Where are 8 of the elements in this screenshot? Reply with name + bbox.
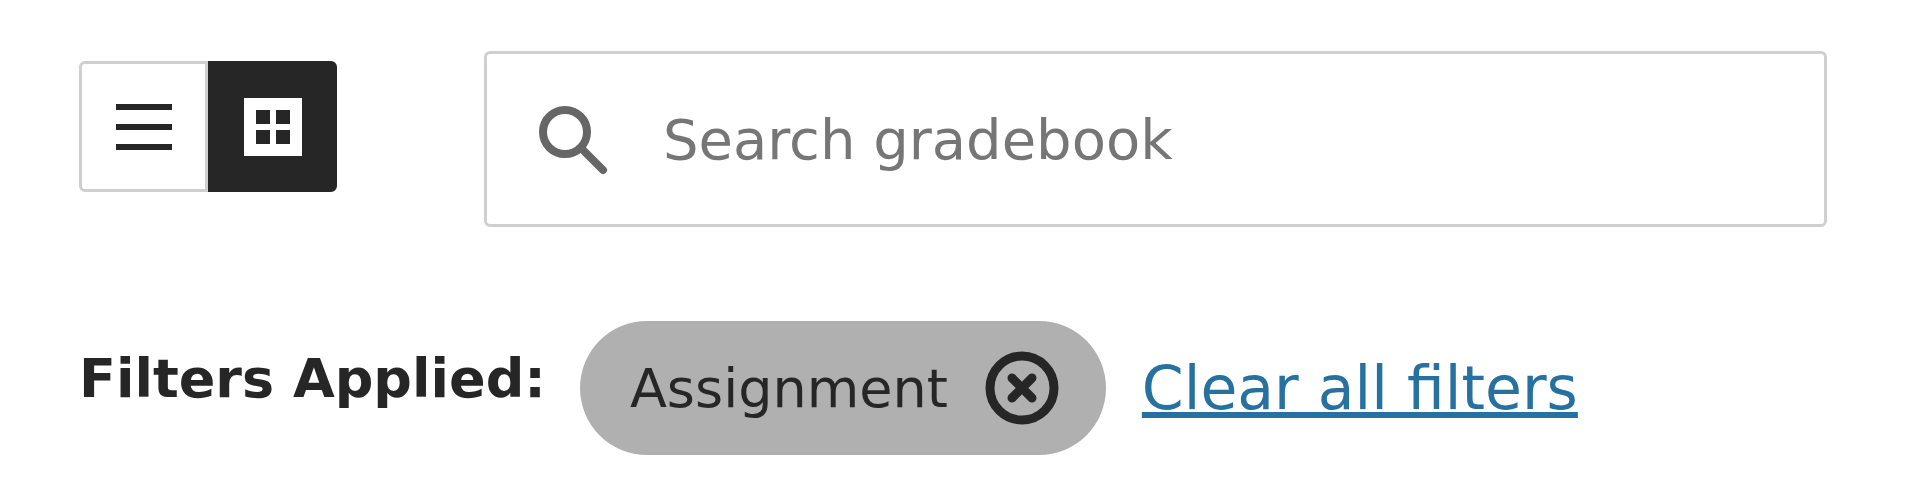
filters-label: Filters Applied: [79, 346, 546, 410]
list-icon [115, 101, 172, 152]
grid-icon [243, 97, 302, 156]
clear-filters-link[interactable]: Clear all filters [1141, 353, 1578, 423]
search-field[interactable]: Search gradebook [484, 51, 1827, 227]
filter-chip-label: Assignment [629, 356, 948, 420]
remove-icon[interactable] [983, 350, 1060, 426]
view-toggle-button[interactable] [208, 61, 337, 192]
